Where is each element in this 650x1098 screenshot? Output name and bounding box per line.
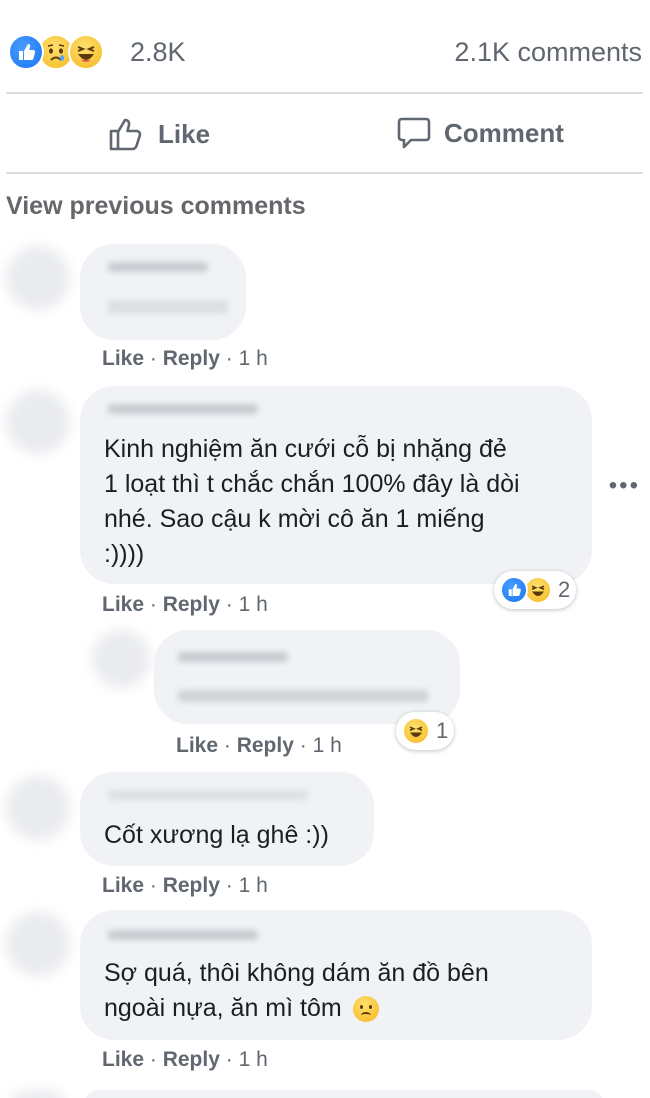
like-icon — [500, 576, 528, 604]
comment-like-link[interactable]: Like — [102, 347, 144, 370]
haha-icon — [68, 34, 104, 70]
reaction-count[interactable]: 2.8K — [130, 37, 186, 68]
comment-bubble: Kinh nghiệm ăn cưới cỗ bị nhặng đẻ 1 loạ… — [80, 386, 592, 584]
comment-reply-link[interactable]: Reply — [163, 593, 220, 616]
like-button[interactable]: Like — [108, 115, 210, 153]
comment-timestamp[interactable]: 1 h — [239, 1048, 268, 1071]
comment-reply-link[interactable]: Reply — [163, 1048, 220, 1071]
commenter-name-blurred[interactable] — [178, 652, 288, 662]
comment-bubble — [84, 1090, 604, 1098]
comment-button[interactable]: Comment — [396, 115, 564, 151]
comment-text-blurred — [178, 690, 428, 702]
reaction-count: 1 — [436, 718, 449, 743]
comment-like-link[interactable]: Like — [176, 734, 218, 757]
commenter-name-blurred[interactable] — [108, 404, 258, 414]
comment-reactions[interactable]: 1 — [396, 712, 455, 750]
divider — [6, 92, 643, 94]
comment-timestamp[interactable]: 1 h — [239, 347, 268, 370]
comment-meta: Like · Reply · 1 h — [176, 734, 342, 757]
comment-bubble: Sợ quá, thôi không dám ăn đồ bên ngoài n… — [80, 910, 592, 1040]
avatar[interactable] — [10, 1090, 66, 1098]
thumbs-up-icon — [109, 118, 142, 151]
comment-like-link[interactable]: Like — [102, 874, 144, 897]
commenter-name-blurred[interactable] — [108, 262, 208, 272]
comment-reply-link[interactable]: Reply — [237, 734, 294, 757]
commenter-name-blurred[interactable] — [108, 790, 308, 800]
comment-reactions[interactable]: 2 — [494, 571, 577, 609]
commenter-name-blurred[interactable] — [108, 930, 258, 940]
avatar[interactable] — [6, 390, 70, 454]
comment-reply-link[interactable]: Reply — [163, 347, 220, 370]
sad-face-icon — [352, 996, 379, 1023]
haha-icon — [402, 717, 430, 745]
comment-meta: Like · Reply · 1 h — [102, 347, 268, 370]
comment-meta: Like · Reply · 1 h — [102, 1048, 268, 1071]
like-label: Like — [158, 118, 211, 149]
more-options-icon[interactable]: ••• — [609, 472, 640, 500]
comment-bubble — [80, 244, 246, 340]
comment-like-link[interactable]: Like — [102, 593, 144, 616]
comment-label: Comment — [444, 117, 564, 148]
comment-meta: Like · Reply · 1 h — [102, 874, 268, 897]
divider — [6, 172, 643, 174]
comment-meta: Like · Reply · 1 h — [102, 593, 268, 616]
comment-timestamp[interactable]: 1 h — [239, 874, 268, 897]
comment-text: Kinh nghiệm ăn cưới cỗ bị nhặng đẻ 1 loạ… — [104, 435, 520, 568]
comment-timestamp[interactable]: 1 h — [239, 593, 268, 616]
comment-count[interactable]: 2.1K comments — [454, 37, 642, 68]
view-previous-comments-link[interactable]: View previous comments — [6, 192, 306, 221]
comment-text: Cốt xương lạ ghê :)) — [104, 821, 329, 849]
comment-timestamp[interactable]: 1 h — [313, 734, 342, 757]
avatar[interactable] — [6, 776, 70, 840]
reaction-count: 2 — [558, 577, 571, 602]
comment-text-blurred — [108, 300, 228, 314]
avatar[interactable] — [6, 912, 70, 976]
reactions-summary[interactable]: 2.8K 2.1K comments — [0, 24, 650, 82]
avatar[interactable] — [6, 246, 70, 310]
comment-bubble: Cốt xương lạ ghê :)) — [80, 772, 374, 866]
reply-bubble — [154, 630, 460, 724]
action-bar: Like Comment — [0, 95, 650, 172]
comment-icon — [397, 117, 431, 149]
haha-icon — [524, 576, 552, 604]
comment-reply-link[interactable]: Reply — [163, 874, 220, 897]
like-icon — [8, 34, 44, 70]
reaction-icons — [8, 34, 104, 70]
comment-text: Sợ quá, thôi không dám ăn đồ bên ngoài n… — [104, 959, 489, 1023]
avatar[interactable] — [92, 630, 150, 688]
comment-like-link[interactable]: Like — [102, 1048, 144, 1071]
